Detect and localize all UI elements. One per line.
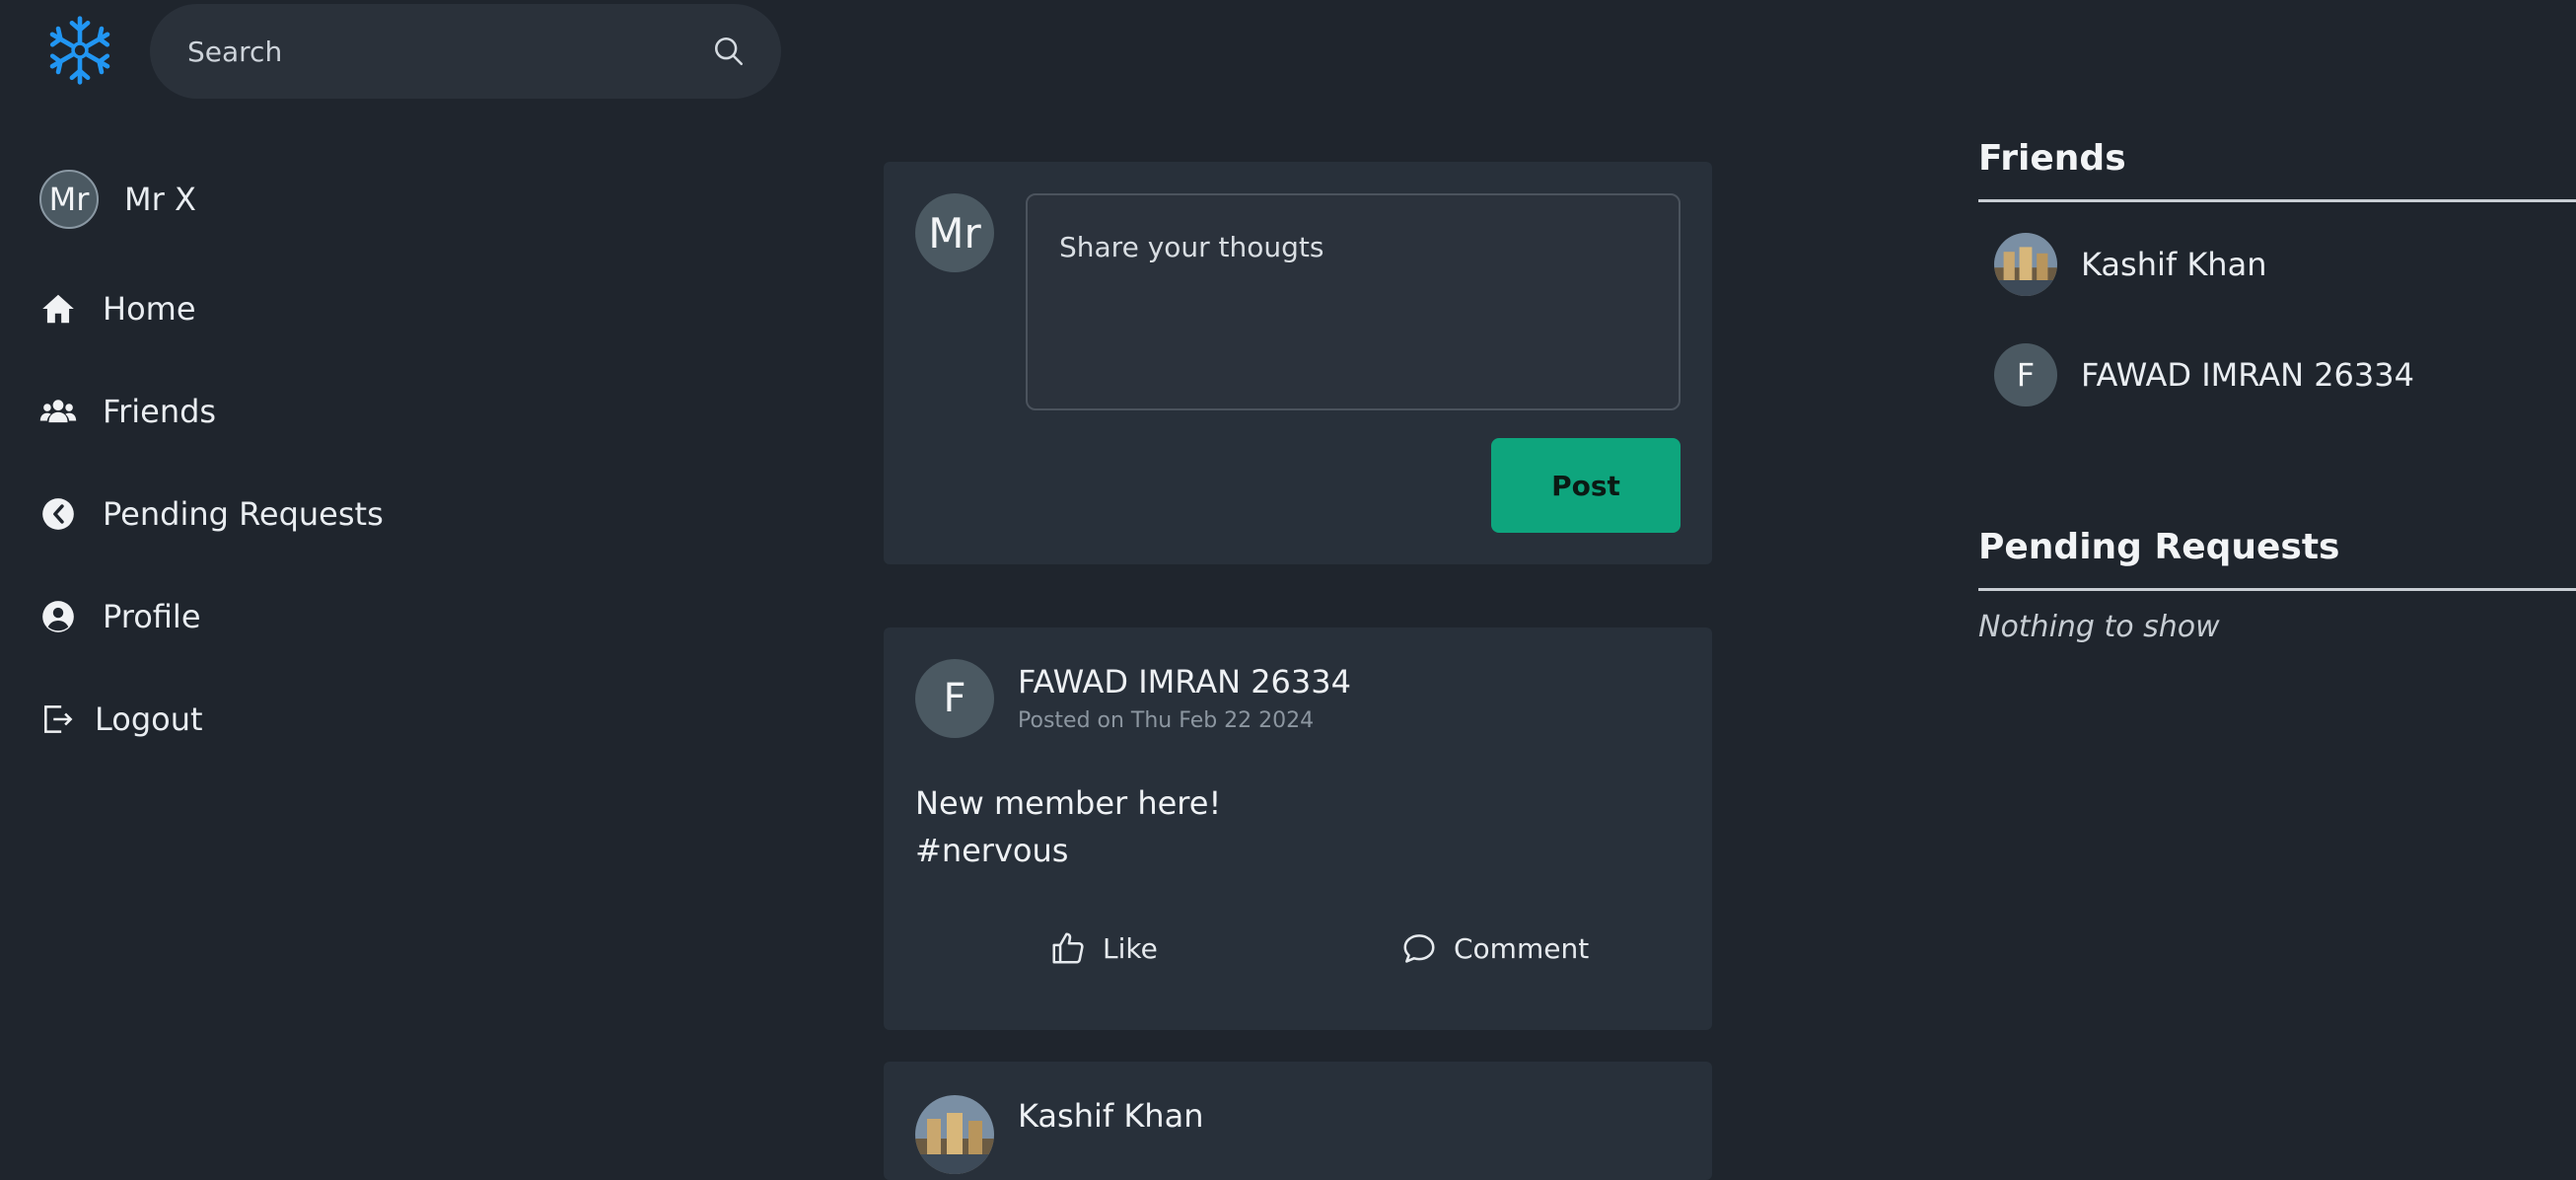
comment-button[interactable]: Comment xyxy=(1400,929,1589,967)
friend-item[interactable]: F FAWAD IMRAN 26334 xyxy=(1994,343,2414,406)
nav-pending-requests[interactable]: Pending Requests xyxy=(39,495,384,533)
friend-item[interactable]: Kashif Khan xyxy=(1994,233,2266,296)
avatar: F xyxy=(1994,343,2057,406)
post-composer: Mr Post xyxy=(884,162,1712,564)
search-input[interactable] xyxy=(185,34,682,69)
empty-state-text: Nothing to show xyxy=(1978,610,2220,644)
snowflake-logo-icon[interactable] xyxy=(43,14,116,87)
divider xyxy=(1978,199,2576,202)
comment-label: Comment xyxy=(1454,931,1590,965)
search-bar[interactable] xyxy=(150,4,781,99)
post-author[interactable]: Kashif Khan xyxy=(1018,1097,1203,1135)
logout-icon xyxy=(44,705,73,733)
thumbs-up-icon xyxy=(1052,932,1084,964)
nav-pending-requests-label: Pending Requests xyxy=(103,495,384,533)
post-date: Posted on Thu Feb 22 2024 xyxy=(1018,708,1315,733)
avatar: Mr xyxy=(915,193,994,272)
post-text-line: New member here! xyxy=(915,784,1222,822)
avatar: Mr xyxy=(39,170,99,229)
avatar[interactable]: F xyxy=(915,659,994,738)
post-content: New member here! #nervous xyxy=(915,779,1221,874)
post-card: F FAWAD IMRAN 26334 Posted on Thu Feb 22… xyxy=(884,627,1712,1030)
search-icon[interactable] xyxy=(712,35,746,68)
post-hashtag: #nervous xyxy=(915,832,1069,869)
friend-name: Kashif Khan xyxy=(2081,246,2267,283)
friends-heading: Friends xyxy=(1978,138,2126,179)
current-user[interactable]: Mr Mr X xyxy=(39,170,196,229)
nav-logout-label: Logout xyxy=(95,701,203,738)
nav-home[interactable]: Home xyxy=(39,290,196,328)
nav-profile-label: Profile xyxy=(103,598,201,635)
nav-home-label: Home xyxy=(103,290,196,328)
friend-name: FAWAD IMRAN 26334 xyxy=(2081,356,2414,394)
photo-avatar[interactable] xyxy=(915,1095,994,1174)
post-author[interactable]: FAWAD IMRAN 26334 xyxy=(1018,663,1351,701)
users-icon xyxy=(39,400,77,423)
like-label: Like xyxy=(1103,931,1158,965)
pending-requests-heading: Pending Requests xyxy=(1978,527,2340,567)
nav-profile[interactable]: Profile xyxy=(39,598,201,635)
user-circle-icon xyxy=(42,601,74,632)
divider xyxy=(1978,588,2576,591)
nav-friends-label: Friends xyxy=(103,393,217,430)
comment-icon xyxy=(1403,934,1435,963)
post-button[interactable]: Post xyxy=(1491,438,1681,533)
post-card: Kashif Khan xyxy=(884,1062,1712,1180)
nav-friends[interactable]: Friends xyxy=(39,393,216,430)
photo-avatar xyxy=(1994,233,2057,296)
nav-logout[interactable]: Logout xyxy=(39,701,203,738)
post-input[interactable] xyxy=(1026,193,1681,410)
like-button[interactable]: Like xyxy=(1049,929,1158,967)
current-user-name: Mr X xyxy=(124,181,196,218)
clock-back-icon xyxy=(42,498,74,530)
home-icon xyxy=(42,294,74,324)
